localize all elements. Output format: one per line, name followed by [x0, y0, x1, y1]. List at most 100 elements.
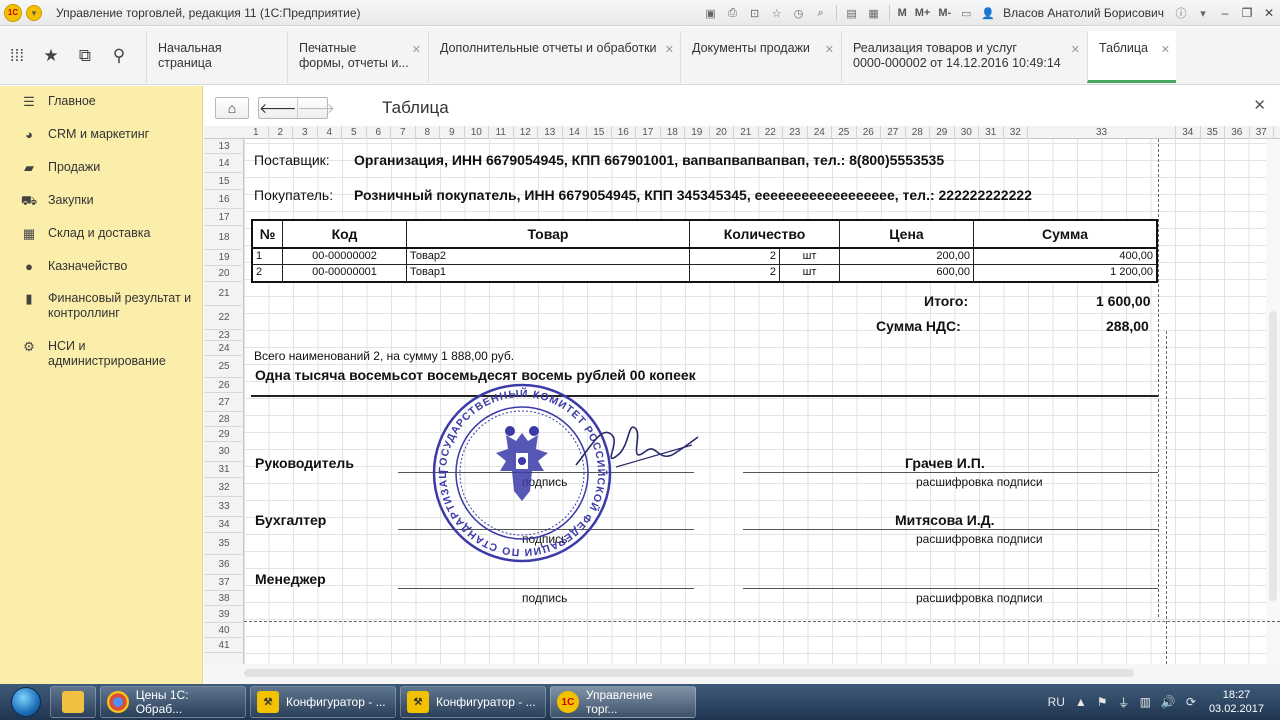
tab-close-icon[interactable]: ✕ — [412, 43, 421, 58]
search-icon[interactable]: ⚲ — [102, 41, 136, 71]
tab-additional-reports[interactable]: Дополнительные отчеты и обработки ✕ — [428, 31, 680, 83]
column-header[interactable]: 29 — [930, 126, 955, 139]
tab-print-forms[interactable]: Печатные формы, отчеты и... ✕ — [287, 31, 427, 83]
column-header[interactable]: 14 — [563, 126, 587, 139]
row-header[interactable]: 25 — [204, 356, 244, 378]
row-header[interactable]: 22 — [204, 306, 244, 330]
row-header[interactable]: 34 — [204, 517, 244, 533]
column-header[interactable]: 23 — [783, 126, 808, 139]
memory-m-button[interactable]: M — [898, 7, 907, 19]
column-header[interactable]: 10 — [465, 126, 489, 139]
system-clock[interactable]: 18:27 03.02.2017 — [1209, 688, 1264, 716]
save-icon[interactable]: ▣ — [702, 5, 720, 21]
taskbar-app-configurator-1[interactable]: ⚒ Конфигуратор - ... — [250, 686, 396, 718]
column-header[interactable]: 6 — [367, 126, 391, 139]
column-header[interactable]: 28 — [906, 126, 930, 139]
favorites-star-icon[interactable]: ☆ — [768, 5, 786, 21]
column-header[interactable]: 16 — [612, 126, 636, 139]
row-header[interactable]: 29 — [204, 427, 244, 442]
taskbar-app-chrome[interactable]: Цены 1С: Обраб... — [100, 686, 246, 718]
print-icon[interactable]: ⎙ — [724, 5, 742, 21]
start-button[interactable] — [6, 684, 46, 720]
column-header[interactable]: 27 — [881, 126, 906, 139]
favorites-star-icon[interactable]: ★ — [34, 41, 68, 71]
horizontal-scrollbar[interactable] — [204, 664, 1280, 684]
column-header[interactable]: 15 — [587, 126, 612, 139]
column-header[interactable]: 30 — [955, 126, 979, 139]
info-icon[interactable]: ⓘ — [1172, 5, 1190, 21]
link-icon[interactable]: ⊡ — [746, 5, 764, 21]
column-header[interactable]: 32 — [1004, 126, 1028, 139]
minimize-icon[interactable]: – — [1214, 3, 1236, 23]
sidebar-item-treasury[interactable]: ● Казначейство — [0, 259, 203, 275]
column-header[interactable]: 37 — [1250, 126, 1274, 139]
row-header[interactable]: 26 — [204, 378, 244, 393]
column-header[interactable]: 19 — [685, 126, 710, 139]
row-header[interactable]: 19 — [204, 250, 244, 266]
tab-goods-sale[interactable]: Реализация товаров и услуг 0000-000002 о… — [841, 31, 1086, 83]
table-row[interactable]: 2 00-00000001 Товар1 2 шт 600,00 1 200,0… — [253, 265, 1156, 281]
row-header[interactable]: 37 — [204, 575, 244, 591]
column-header[interactable]: 3 — [293, 126, 318, 139]
column-header[interactable]: 4 — [318, 126, 342, 139]
row-header[interactable]: 32 — [204, 478, 244, 497]
row-header[interactable]: 39 — [204, 606, 244, 623]
column-header[interactable]: 20 — [710, 126, 734, 139]
column-header[interactable]: 21 — [734, 126, 759, 139]
column-header[interactable]: 5 — [342, 126, 367, 139]
sidebar-item-crm[interactable]: ◕ CRM и маркетинг — [0, 127, 203, 143]
window-list-icon[interactable]: ▭ — [957, 5, 975, 21]
sidebar-item-main[interactable]: ☰ Главное — [0, 94, 203, 110]
row-header[interactable]: 18 — [204, 226, 244, 250]
usb-device-icon[interactable]: ⏚ — [1118, 694, 1130, 711]
sidebar-item-warehouse[interactable]: ▦ Склад и доставка — [0, 226, 203, 242]
explorer-taskbar-button[interactable] — [50, 686, 96, 718]
row-header[interactable]: 31 — [204, 462, 244, 478]
tab-home-page[interactable]: Начальная страница — [146, 31, 286, 83]
column-header[interactable]: 9 — [440, 126, 465, 139]
row-header[interactable]: 13 — [204, 139, 244, 154]
column-header[interactable]: 1 — [244, 126, 269, 139]
row-header[interactable]: 17 — [204, 209, 244, 226]
row-header[interactable]: 16 — [204, 190, 244, 209]
memory-mplus-button[interactable]: M+ — [915, 7, 931, 19]
row-header[interactable]: 33 — [204, 497, 244, 517]
language-indicator[interactable]: RU — [1048, 695, 1065, 709]
sidebar-item-purchases[interactable]: ⛟ Закупки — [0, 193, 203, 209]
row-header[interactable]: 38 — [204, 591, 244, 606]
tab-close-icon[interactable]: ✕ — [825, 43, 834, 58]
row-header[interactable]: 35 — [204, 533, 244, 555]
tab-close-icon[interactable]: ✕ — [1161, 43, 1170, 58]
row-header[interactable]: 20 — [204, 266, 244, 282]
row-header[interactable]: 41 — [204, 638, 244, 653]
show-hidden-icons-icon[interactable]: ▲ — [1075, 695, 1087, 709]
calculator-icon[interactable]: ▤ — [843, 5, 861, 21]
sync-icon[interactable]: ⟳ — [1186, 695, 1196, 709]
user-name[interactable]: Власов Анатолий Борисович — [1003, 6, 1164, 20]
tab-table[interactable]: Таблица ✕ — [1087, 31, 1176, 83]
row-header[interactable]: 27 — [204, 393, 244, 412]
row-header[interactable]: 36 — [204, 555, 244, 575]
sidebar-item-sales[interactable]: ▰ Продажи — [0, 160, 203, 176]
taskbar-app-trade-management[interactable]: 1С Управление торг... — [550, 686, 696, 718]
history-icon[interactable]: ⧉ — [68, 41, 102, 71]
column-header[interactable]: 33 — [1028, 126, 1176, 139]
network-icon[interactable]: ▥ — [1140, 695, 1151, 709]
row-header[interactable]: 15 — [204, 173, 244, 190]
main-menu-icon[interactable]: ▾ — [26, 4, 42, 21]
column-header[interactable]: 36 — [1225, 126, 1250, 139]
sidebar-item-admin[interactable]: ⚙ НСИ и администрирование — [0, 339, 203, 369]
chevron-down-icon[interactable]: ▾ — [1194, 5, 1212, 21]
security-flag-icon[interactable]: ⚑ — [1097, 695, 1108, 709]
volume-icon[interactable]: 🔊 — [1161, 695, 1176, 709]
column-header[interactable]: 35 — [1201, 126, 1225, 139]
calendar-icon[interactable]: ▦ — [865, 5, 883, 21]
spreadsheet[interactable]: 1 2 3 4 5 6 7 8 9 10 11 12 13 14 15 16 17 18 19 20 21 22 23 24 2… — [204, 126, 1280, 664]
column-header[interactable]: 12 — [514, 126, 538, 139]
tab-close-icon[interactable]: ✕ — [1071, 43, 1080, 58]
apps-grid-icon[interactable]: ⁞⁞⁞ — [0, 41, 34, 71]
row-header[interactable]: 28 — [204, 412, 244, 427]
column-header[interactable]: 25 — [832, 126, 857, 139]
restore-icon[interactable]: ❐ — [1236, 3, 1258, 23]
column-header[interactable]: 31 — [979, 126, 1004, 139]
